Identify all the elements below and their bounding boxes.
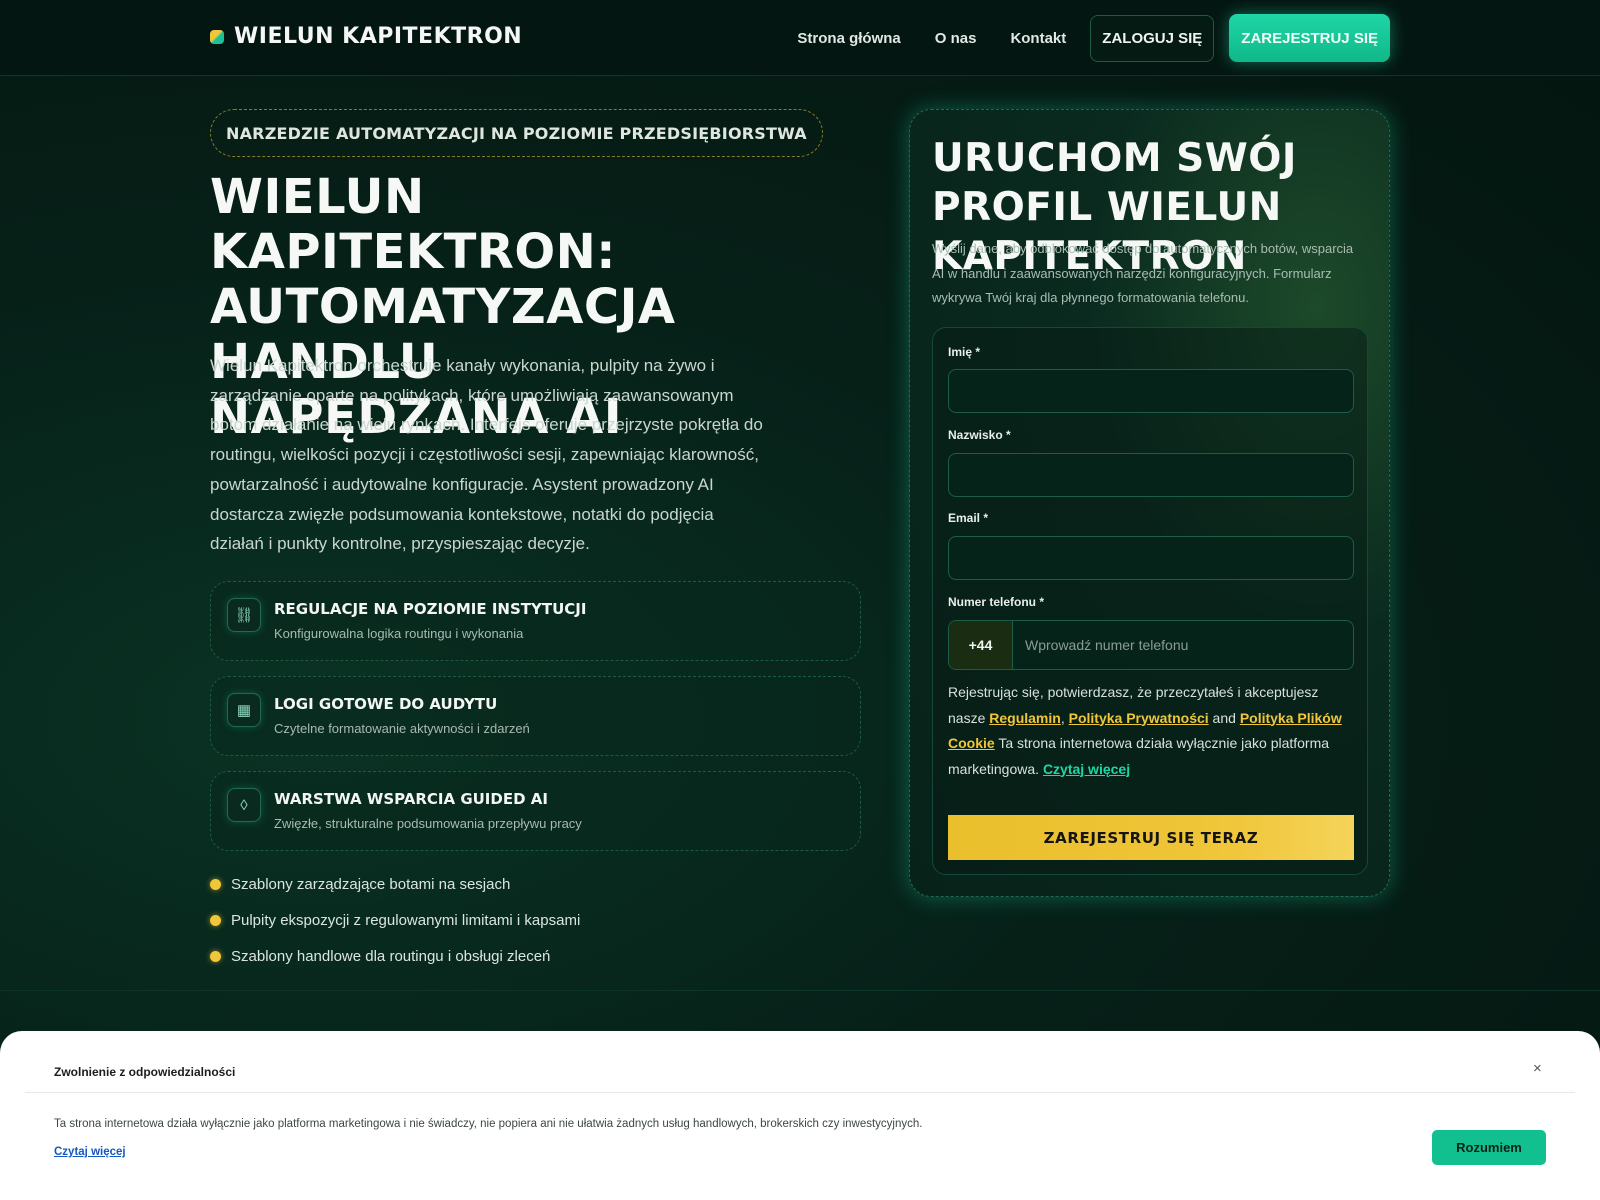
link-chain-icon: ⛓ xyxy=(227,598,261,632)
email-label: Email * xyxy=(948,511,989,525)
bullet-text: Szablony handlowe dla routingu i obsługi… xyxy=(231,947,551,965)
grid-icon: ▦ xyxy=(227,693,261,727)
divider xyxy=(25,1092,1575,1093)
submit-button[interactable]: ZAREJESTRUJ SIĘ TERAZ xyxy=(948,815,1354,860)
section-divider xyxy=(0,990,1600,991)
bullet-dot-icon xyxy=(210,878,221,890)
list-item: Szablony zarządzające botami na sesjach xyxy=(210,866,580,902)
first-name-field[interactable] xyxy=(948,369,1354,413)
disclaimer-read-more-link[interactable]: Czytaj więcej xyxy=(54,1146,126,1158)
nav-link-contact[interactable]: Kontakt xyxy=(1010,30,1066,47)
feature-subtitle: Zwięzłe, strukturalne podsumowania przep… xyxy=(274,816,582,831)
diamond-icon: ◊ xyxy=(227,788,261,822)
disclaimer-title: Zwolnienie z odpowiedzialności xyxy=(54,1065,236,1079)
consent-suffix: Ta strona internetowa działa wyłącznie j… xyxy=(948,735,1330,777)
brand-name: WIELUN KAPITEKTRON xyxy=(234,24,523,49)
brand[interactable]: WIELUN KAPITEKTRON xyxy=(210,24,522,49)
brand-logo-icon xyxy=(210,29,224,44)
first-name-label: Imię * xyxy=(948,345,981,359)
list-item: Pulpity ekspozycji z regulowanymi limita… xyxy=(210,902,580,938)
privacy-link[interactable]: Polityka Prywatności xyxy=(1069,710,1209,726)
consent-text: Rejestrując się, potwierdzasz, że przecz… xyxy=(948,680,1356,782)
nav-links: Strona główna O nas Kontakt ZALOGUJ SIĘ … xyxy=(797,14,1390,62)
bullet-dot-icon xyxy=(210,950,221,962)
register-button[interactable]: ZAREJESTRUJ SIĘ xyxy=(1229,14,1390,62)
bullet-text: Szablony zarządzające botami na sesjach xyxy=(231,875,511,893)
consent-separator: , xyxy=(1060,709,1069,726)
bullet-dot-icon xyxy=(210,914,221,926)
form-description: Wyślij dane, aby odblokować dostęp do au… xyxy=(932,241,1354,305)
acknowledge-button[interactable]: Rozumiem xyxy=(1432,1130,1546,1165)
email-field[interactable] xyxy=(948,536,1354,580)
disclaimer-text: Ta strona internetowa działa wyłącznie j… xyxy=(54,1118,923,1130)
feature-title: WARSTWA WSPARCIA GUIDED AI xyxy=(274,790,548,808)
top-navbar: WIELUN KAPITEKTRON Strona główna O nas K… xyxy=(0,0,1600,76)
bullet-text: Pulpity ekspozycji z regulowanymi limita… xyxy=(231,911,581,929)
phone-field-group: +44 xyxy=(948,620,1354,670)
phone-input[interactable] xyxy=(1013,621,1353,669)
signup-form: Imię * Nazwisko * Email * Numer telefonu… xyxy=(932,327,1368,875)
feature-title: REGULACJE NA POZIOMIE INSTYTUCJI xyxy=(274,600,587,618)
phone-country-code[interactable]: +44 xyxy=(949,621,1013,669)
last-name-field[interactable] xyxy=(948,453,1354,497)
login-button[interactable]: ZALOGUJ SIĘ xyxy=(1090,14,1215,62)
terms-link[interactable]: Regulamin xyxy=(989,710,1061,726)
feature-subtitle: Konfigurowalna logika routingu i wykonan… xyxy=(274,626,524,641)
feature-card-regulations: ⛓ REGULACJE NA POZIOMIE INSTYTUCJI Konfi… xyxy=(210,581,861,661)
read-more-link[interactable]: Czytaj więcej xyxy=(1043,761,1130,777)
hero-badge: NARZEDZIE AUTOMATYZACJI NA POZIOMIE PRZE… xyxy=(210,109,823,157)
list-item: Szablony handlowe dla routingu i obsługi… xyxy=(210,938,580,974)
nav-link-home[interactable]: Strona główna xyxy=(797,30,900,47)
feature-title: LOGI GOTOWE DO AUDYTU xyxy=(274,695,498,713)
last-name-label: Nazwisko * xyxy=(948,428,1011,442)
signup-card: URUCHOM SWÓJ PROFIL WIELUN KAPITEKTRON W… xyxy=(909,109,1390,897)
bullet-list: Szablony zarządzające botami na sesjach … xyxy=(210,866,580,974)
phone-label: Numer telefonu * xyxy=(948,595,1045,609)
feature-card-audit-logs: ▦ LOGI GOTOWE DO AUDYTU Czytelne formato… xyxy=(210,676,861,756)
hero-description: Wielun Kapitektron orchestruje kanały wy… xyxy=(210,356,763,554)
nav-link-about[interactable]: O nas xyxy=(935,30,977,47)
feature-card-guided-ai: ◊ WARSTWA WSPARCIA GUIDED AI Zwięzłe, st… xyxy=(210,771,861,851)
consent-separator: and xyxy=(1208,709,1240,726)
feature-subtitle: Czytelne formatowanie aktywności i zdarz… xyxy=(274,721,530,736)
disclaimer-banner: Zwolnienie z odpowiedzialności × Ta stro… xyxy=(0,1031,1600,1200)
close-icon[interactable]: × xyxy=(1533,1060,1542,1077)
